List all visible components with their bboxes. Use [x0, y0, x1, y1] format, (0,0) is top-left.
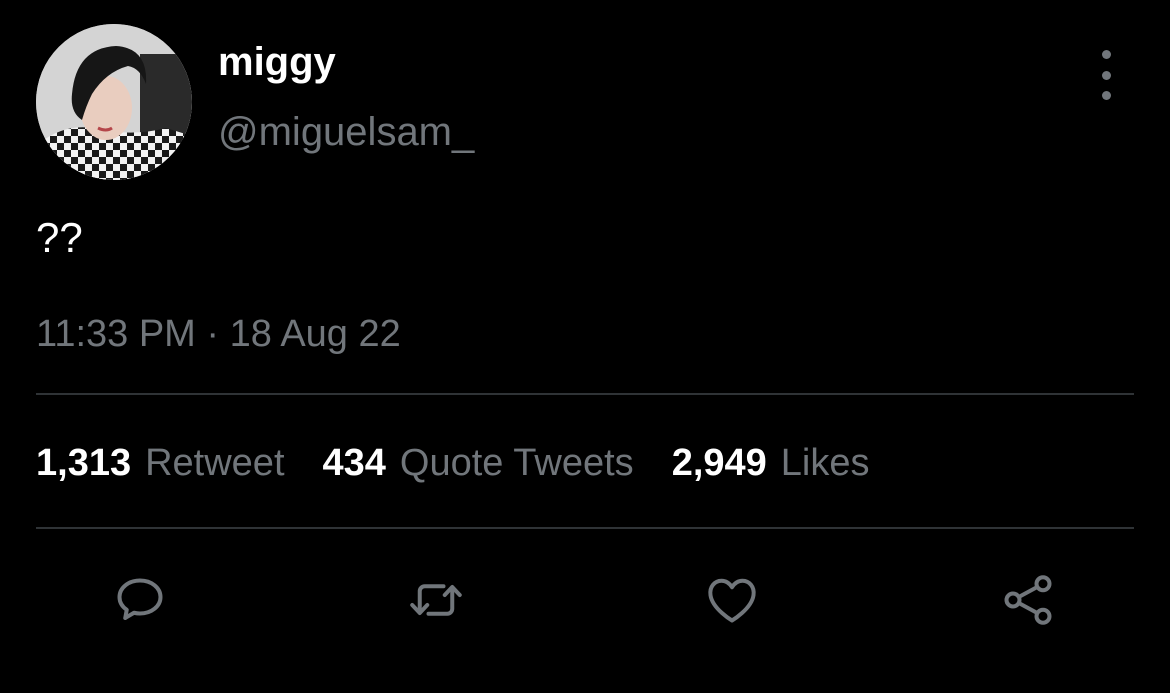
engagement-stats: 1,313 Retweet 434 Quote Tweets 2,949 Lik… [36, 438, 908, 488]
tweet-detail: miggy @miguelsam_ ?? 11:33 PM · 18 Aug 2… [0, 0, 1170, 693]
heart-icon [708, 578, 756, 623]
stat-count: 2,949 [671, 442, 767, 484]
divider [36, 393, 1134, 395]
display-name[interactable]: miggy [218, 38, 336, 86]
stat-count: 434 [322, 442, 386, 484]
likes-count[interactable]: 2,949 Likes [672, 439, 870, 487]
retweet-count[interactable]: 1,313 Retweet [36, 439, 285, 487]
stat-label: Likes [780, 442, 870, 484]
speech-bubble-icon [117, 578, 163, 620]
avatar[interactable] [36, 24, 192, 180]
like-button[interactable] [700, 568, 764, 632]
stat-label: Quote Tweets [399, 442, 634, 484]
share-button[interactable] [996, 568, 1060, 632]
stat-label: Retweet [145, 442, 285, 484]
quote-tweets-count[interactable]: 434 Quote Tweets [323, 439, 634, 487]
stat-count: 1,313 [36, 442, 132, 484]
tweet-text: ?? [36, 214, 83, 261]
more-dot-icon [1101, 50, 1111, 59]
avatar-photo [36, 24, 192, 180]
more-dot-icon [1101, 91, 1111, 100]
tweet-timestamp[interactable]: 11:33 PM · 18 Aug 22 [36, 310, 401, 358]
retweet-button[interactable] [404, 568, 468, 632]
retweet-icon [410, 584, 462, 616]
share-icon [1004, 575, 1052, 625]
user-handle[interactable]: @miguelsam_ [218, 108, 474, 156]
more-options-button[interactable] [1088, 50, 1124, 100]
reply-button[interactable] [108, 568, 172, 632]
divider [36, 527, 1134, 529]
more-dot-icon [1101, 70, 1111, 80]
